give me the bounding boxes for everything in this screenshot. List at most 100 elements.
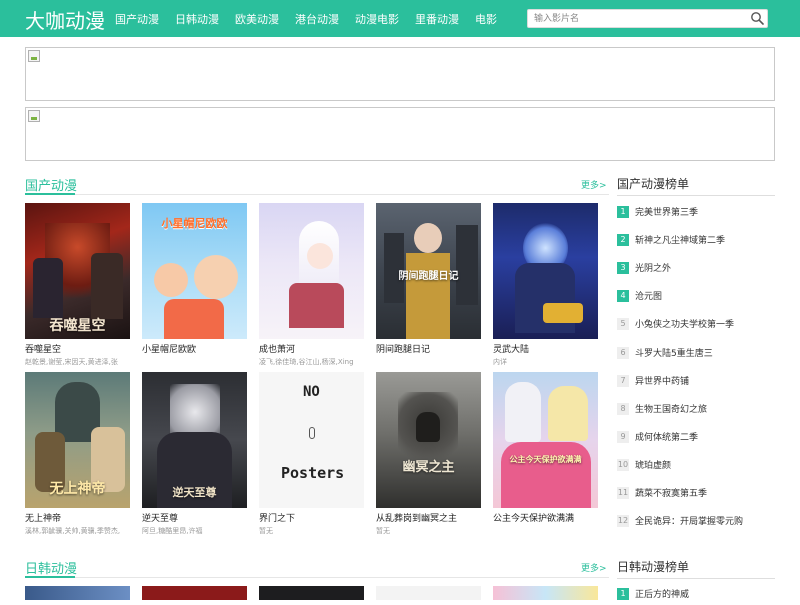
more-link-rihan[interactable]: 更多> — [581, 561, 607, 574]
poster-image[interactable]: 吞噬星空 — [25, 203, 130, 339]
poster-title-text: 吞噬星空 — [49, 318, 106, 334]
rank-item[interactable]: 12 全民诡异：开局掌握零元购 — [617, 512, 775, 532]
rank-number: 11 — [617, 487, 629, 499]
rank-item-name[interactable]: 生物王国奇幻之旅 — [635, 402, 707, 415]
poster-image[interactable] — [25, 586, 130, 600]
card-title[interactable]: 界门之下 — [259, 511, 379, 524]
broken-image-icon — [28, 110, 40, 122]
poster-image[interactable]: 无上神帝 — [25, 372, 130, 508]
poster-image[interactable] — [259, 586, 364, 600]
rank-number: 12 — [617, 515, 629, 528]
rank-number: 8 — [617, 402, 629, 415]
rank-item-name[interactable]: 斗罗大陆5重生唐三 — [635, 346, 713, 359]
rank-item[interactable]: 4 沧元图 — [617, 287, 775, 307]
rank-item[interactable]: 1 正后方的神威 — [617, 585, 775, 605]
rank-item[interactable]: 8 生物王国奇幻之旅 — [617, 400, 775, 420]
card-cast: 凌飞,徐佳琦,谷江山,杨深,Xing — [259, 358, 354, 366]
ad-banner-2[interactable] — [25, 107, 775, 161]
rank-number: 10 — [617, 458, 629, 471]
rank-title-rihan: 日韩动漫榜单 — [617, 560, 690, 574]
rank-title-guochan: 国产动漫榜单 — [617, 177, 690, 191]
nav-item-oumei[interactable]: 欧美动漫 — [235, 11, 279, 27]
rank-item-name[interactable]: 光阴之外 — [635, 261, 671, 274]
card-title[interactable]: 小星帽尼欧欧 — [142, 342, 262, 355]
search-box — [527, 9, 768, 28]
section-title-rihan[interactable]: 日韩动漫 — [25, 558, 77, 577]
ad-banner-1[interactable] — [25, 47, 775, 101]
card-title[interactable]: 逆天至尊 — [142, 511, 262, 524]
nav-item-rihan[interactable]: 日韩动漫 — [175, 11, 219, 27]
rank-number: 2 — [617, 234, 629, 247]
poster-image[interactable]: 小星帽尼欧欧 — [142, 203, 247, 339]
card-title[interactable]: 吞噬星空 — [25, 342, 145, 355]
nav-item-lifan[interactable]: 里番动漫 — [415, 11, 459, 27]
rank-item-name[interactable]: 琥珀虚颜 — [635, 458, 671, 471]
nav-item-guochan[interactable]: 国产动漫 — [115, 11, 159, 27]
poster-image[interactable]: 逆天至尊 — [142, 372, 247, 508]
no-posters-text: NO — [303, 384, 320, 400]
nav-item-dianying[interactable]: 电影 — [475, 11, 497, 27]
card-cast: 溪林,郭龇骥,关帅,黄骥,季赞杰, — [25, 527, 121, 535]
poster-title-text: 无上神帝 — [49, 481, 106, 497]
rank-number: 5 — [617, 318, 629, 331]
rank-item[interactable]: 9 成何体统第二季 — [617, 428, 775, 448]
section-divider — [25, 194, 609, 195]
card-title[interactable]: 从乱葬岗到幽冥之主 — [376, 511, 496, 524]
rank-item[interactable]: 5 小兔侠之功夫学校第一季 — [617, 315, 775, 335]
card-title[interactable]: 阴间跑腿日记 — [376, 342, 496, 355]
section-accent-bar — [25, 576, 75, 578]
section-title-guochan[interactable]: 国产动漫 — [25, 175, 77, 194]
rank-item-name[interactable]: 成何体统第二季 — [635, 430, 698, 443]
rank-item-name[interactable]: 沧元图 — [635, 289, 662, 302]
card-title[interactable]: 公主今天保护欲满满 — [493, 511, 613, 524]
rank-item-name[interactable]: 小兔侠之功夫学校第一季 — [635, 317, 734, 330]
rank-number: 3 — [617, 262, 629, 275]
poster-image[interactable] — [376, 586, 481, 600]
rank-item[interactable]: 11 蔬菜不寂寞第五季 — [617, 484, 775, 504]
poster-image[interactable] — [142, 586, 247, 600]
poster-image[interactable]: NO Posters — [259, 372, 364, 508]
poster-title-text: 幽冥之主 — [402, 460, 455, 475]
nav-item-dianying-dongman[interactable]: 动漫电影 — [355, 11, 399, 27]
card-title[interactable]: 无上神帝 — [25, 511, 145, 524]
rank-item-name[interactable]: 异世界中药铺 — [635, 374, 689, 387]
poster-title-text: 公主今天保护欲满满 — [509, 455, 582, 464]
card-cast: 赵乾景,谢莹,宋因天,黄进泽,张 — [25, 358, 118, 366]
rank-item[interactable]: 3 光阴之外 — [617, 259, 775, 279]
poster-image[interactable] — [493, 586, 598, 600]
search-input[interactable] — [528, 10, 748, 27]
poster-image[interactable]: 幽冥之主 — [376, 372, 481, 508]
rank-item[interactable]: 7 异世界中药铺 — [617, 372, 775, 392]
no-posters-text: Posters — [281, 464, 345, 482]
rank-item-name[interactable]: 全民诡异：开局掌握零元购 — [635, 514, 743, 527]
rank-number: 9 — [617, 430, 629, 443]
site-logo[interactable]: 大咖动漫 — [25, 5, 105, 34]
card-title[interactable]: 灵武大陆 — [493, 342, 613, 355]
rank-item-name[interactable]: 完美世界第三季 — [635, 205, 698, 218]
card-cast: 内详 — [493, 358, 507, 366]
search-icon[interactable] — [750, 11, 765, 26]
figure-doodle — [309, 427, 315, 439]
card-title[interactable]: 成也萧河 — [259, 342, 379, 355]
poster-image[interactable]: 阴间跑腿日记 — [376, 203, 481, 339]
poster-title-text: 小星帽尼欧欧 — [161, 217, 228, 230]
poster-title-text: 逆天至尊 — [172, 486, 217, 499]
card-cast: 阿旦,糖酷里昂,许福 — [142, 527, 203, 535]
rank-item-name[interactable]: 正后方的神威 — [635, 587, 689, 600]
rank-item[interactable]: 1 完美世界第三季 — [617, 203, 775, 223]
rank-item[interactable]: 2 斩神之凡尘神域第二季 — [617, 231, 775, 251]
rank-item-name[interactable]: 斩神之凡尘神域第二季 — [635, 233, 725, 246]
nav-item-gangtai[interactable]: 港台动漫 — [295, 11, 339, 27]
rank-item[interactable]: 6 斗罗大陆5重生唐三 — [617, 344, 775, 364]
poster-image[interactable]: 公主今天保护欲满满 — [493, 372, 598, 508]
rank-item-name[interactable]: 蔬菜不寂寞第五季 — [635, 486, 707, 499]
card-cast: 暂无 — [259, 527, 273, 535]
rank-item[interactable]: 10 琥珀虚颜 — [617, 456, 775, 476]
poster-image[interactable] — [259, 203, 364, 339]
rank-number: 7 — [617, 374, 629, 387]
card-cast: 暂无 — [376, 527, 390, 535]
more-link-guochan[interactable]: 更多> — [581, 178, 607, 191]
rank-number: 4 — [617, 290, 629, 303]
poster-image[interactable] — [493, 203, 598, 339]
rank-number: 1 — [617, 206, 629, 218]
